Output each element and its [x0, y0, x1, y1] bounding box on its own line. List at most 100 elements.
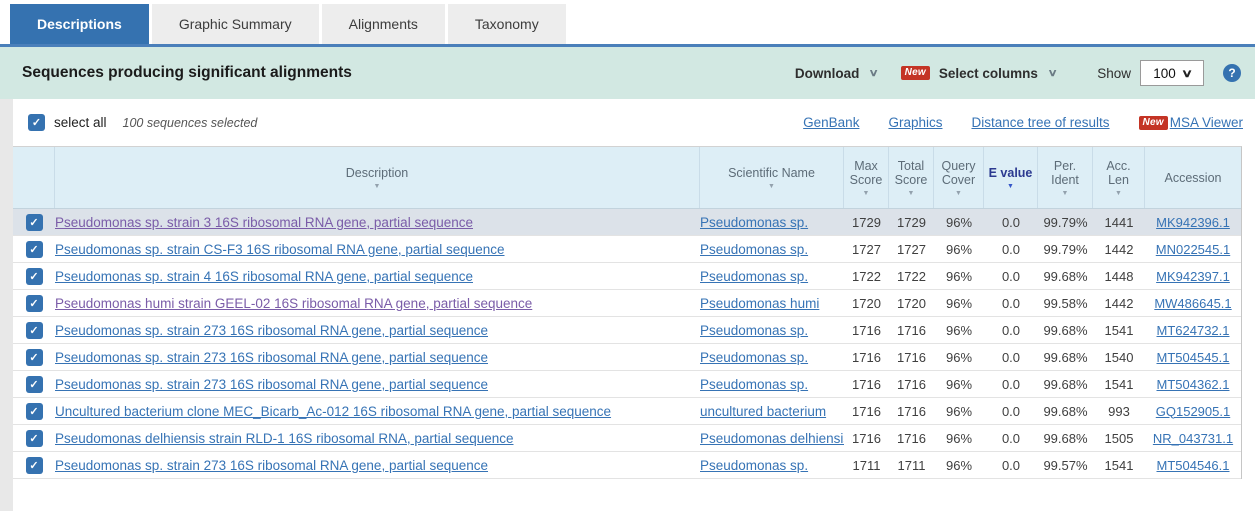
e-value: 0.0 — [984, 404, 1038, 419]
description-link[interactable]: Pseudomonas delhiensis strain RLD-1 16S … — [55, 431, 514, 446]
scientific-name-link[interactable]: Pseudomonas sp. — [700, 458, 808, 473]
query-cover-value: 96% — [934, 350, 984, 365]
scientific-name-link[interactable]: uncultured bacterium — [700, 404, 826, 419]
total-score-value: 1711 — [889, 458, 934, 473]
scientific-name-link[interactable]: Pseudomonas humi — [700, 296, 819, 311]
row-checkbox[interactable]: ✓ — [26, 268, 43, 285]
scientific-name-link[interactable]: Pseudomonas delhiensis — [700, 431, 844, 446]
help-icon[interactable]: ? — [1223, 64, 1241, 82]
sort-arrow-icon[interactable]: ▼ — [374, 183, 381, 190]
column-header-description[interactable]: Description ▼ — [55, 147, 700, 208]
sort-arrow-icon[interactable]: ▼ — [1062, 190, 1069, 197]
row-checkbox[interactable]: ✓ — [26, 241, 43, 258]
description-link[interactable]: Pseudomonas sp. strain 273 16S ribosomal… — [55, 458, 488, 473]
description-link[interactable]: Pseudomonas sp. strain 4 16S ribosomal R… — [55, 269, 473, 284]
row-checkbox[interactable]: ✓ — [26, 457, 43, 474]
accession-link[interactable]: MK942396.1 — [1156, 215, 1230, 230]
tab-graphic-summary[interactable]: Graphic Summary — [152, 4, 319, 44]
column-header-query-cover[interactable]: Query Cover ▼ — [934, 147, 984, 208]
graphics-link[interactable]: Graphics — [888, 115, 942, 130]
accession-link[interactable]: MT624732.1 — [1157, 323, 1230, 338]
acc-len-value: 1541 — [1093, 458, 1145, 473]
sort-arrow-icon[interactable]: ▼ — [1115, 190, 1122, 197]
msa-viewer-link[interactable]: MSA Viewer — [1170, 115, 1243, 130]
sort-arrow-icon[interactable]: ▼ — [955, 190, 962, 197]
results-table: Description ▼ Scientific Name ▼ Max Scor… — [13, 146, 1242, 479]
e-value: 0.0 — [984, 269, 1038, 284]
select-all-label[interactable]: select all — [54, 115, 107, 130]
column-header-total-score[interactable]: Total Score ▼ — [889, 147, 934, 208]
accession-link[interactable]: NR_043731.1 — [1153, 431, 1233, 446]
page-size-select[interactable]: 100 ∨ — [1140, 60, 1204, 86]
scientific-name-link[interactable]: Pseudomonas sp. — [700, 242, 808, 257]
select-columns-button[interactable]: Select columns — [939, 66, 1038, 81]
scientific-name-link[interactable]: Pseudomonas sp. — [700, 215, 808, 230]
row-checkbox[interactable]: ✓ — [26, 430, 43, 447]
scientific-name-link[interactable]: Pseudomonas sp. — [700, 323, 808, 338]
row-checkbox[interactable]: ✓ — [26, 403, 43, 420]
tab-alignments[interactable]: Alignments — [322, 4, 445, 44]
description-link[interactable]: Pseudomonas sp. strain CS-F3 16S ribosom… — [55, 242, 505, 257]
description-link[interactable]: Pseudomonas humi strain GEEL-02 16S ribo… — [55, 296, 532, 311]
accession-link[interactable]: MW486645.1 — [1154, 296, 1231, 311]
blast-results-page: Descriptions Graphic Summary Alignments … — [0, 0, 1255, 511]
sort-arrow-icon[interactable]: ▼ — [863, 190, 870, 197]
genbank-link[interactable]: GenBank — [803, 115, 859, 130]
sort-arrow-icon[interactable]: ▼ — [1007, 183, 1014, 190]
chevron-down-icon[interactable]: ∨ — [1047, 68, 1057, 79]
accession-link[interactable]: MN022545.1 — [1156, 242, 1230, 257]
new-badge: New — [1139, 116, 1168, 130]
sort-arrow-icon[interactable]: ▼ — [908, 190, 915, 197]
chevron-down-icon[interactable]: ∨ — [869, 68, 879, 79]
per-ident-value: 99.68% — [1038, 377, 1093, 392]
accession-link[interactable]: GQ152905.1 — [1156, 404, 1230, 419]
scientific-name-link[interactable]: Pseudomonas sp. — [700, 377, 808, 392]
accession-link[interactable]: MT504545.1 — [1157, 350, 1230, 365]
e-value: 0.0 — [984, 458, 1038, 473]
row-checkbox[interactable]: ✓ — [26, 295, 43, 312]
sort-arrow-icon[interactable]: ▼ — [768, 183, 775, 190]
accession-link[interactable]: MT504362.1 — [1157, 377, 1230, 392]
max-score-value: 1716 — [844, 350, 889, 365]
column-header-e-value[interactable]: E value ▼ — [984, 147, 1038, 208]
row-checkbox[interactable]: ✓ — [26, 214, 43, 231]
column-header-accession[interactable]: Accession — [1145, 147, 1241, 208]
description-link[interactable]: Pseudomonas sp. strain 273 16S ribosomal… — [55, 350, 488, 365]
query-cover-value: 96% — [934, 323, 984, 338]
total-score-value: 1727 — [889, 242, 934, 257]
total-score-value: 1720 — [889, 296, 934, 311]
description-link[interactable]: Pseudomonas sp. strain 273 16S ribosomal… — [55, 377, 488, 392]
results-tab-bar: Descriptions Graphic Summary Alignments … — [0, 0, 1255, 47]
scientific-name-link[interactable]: Pseudomonas sp. — [700, 269, 808, 284]
accession-link[interactable]: MT504546.1 — [1157, 458, 1230, 473]
query-cover-value: 96% — [934, 431, 984, 446]
row-checkbox[interactable]: ✓ — [26, 376, 43, 393]
chevron-down-icon: ∨ — [1181, 67, 1193, 80]
table-row: ✓ Pseudomonas sp. strain 3 16S ribosomal… — [13, 209, 1241, 236]
total-score-value: 1716 — [889, 377, 934, 392]
tab-descriptions[interactable]: Descriptions — [10, 4, 149, 44]
row-checkbox[interactable]: ✓ — [26, 322, 43, 339]
table-row: ✓ Uncultured bacterium clone MEC_Bicarb_… — [13, 398, 1241, 425]
distance-tree-link[interactable]: Distance tree of results — [971, 115, 1109, 130]
scientific-name-link[interactable]: Pseudomonas sp. — [700, 350, 808, 365]
select-all-checkbox[interactable]: ✓ — [28, 114, 45, 131]
column-header-acc-len[interactable]: Acc. Len ▼ — [1093, 147, 1145, 208]
tab-taxonomy[interactable]: Taxonomy — [448, 4, 566, 44]
description-link[interactable]: Pseudomonas sp. strain 3 16S ribosomal R… — [55, 215, 473, 230]
row-checkbox[interactable]: ✓ — [26, 349, 43, 366]
download-button[interactable]: Download — [795, 66, 860, 81]
acc-len-value: 993 — [1093, 404, 1145, 419]
max-score-value: 1722 — [844, 269, 889, 284]
column-header-max-score[interactable]: Max Score ▼ — [844, 147, 889, 208]
column-header-scientific-name[interactable]: Scientific Name ▼ — [700, 147, 844, 208]
per-ident-value: 99.57% — [1038, 458, 1093, 473]
accession-link[interactable]: MK942397.1 — [1156, 269, 1230, 284]
description-link[interactable]: Pseudomonas sp. strain 273 16S ribosomal… — [55, 323, 488, 338]
max-score-value: 1716 — [844, 377, 889, 392]
column-header-per-ident[interactable]: Per. Ident ▼ — [1038, 147, 1093, 208]
per-ident-value: 99.68% — [1038, 404, 1093, 419]
table-row: ✓ Pseudomonas sp. strain CS-F3 16S ribos… — [13, 236, 1241, 263]
description-link[interactable]: Uncultured bacterium clone MEC_Bicarb_Ac… — [55, 404, 611, 419]
acc-len-value: 1441 — [1093, 215, 1145, 230]
